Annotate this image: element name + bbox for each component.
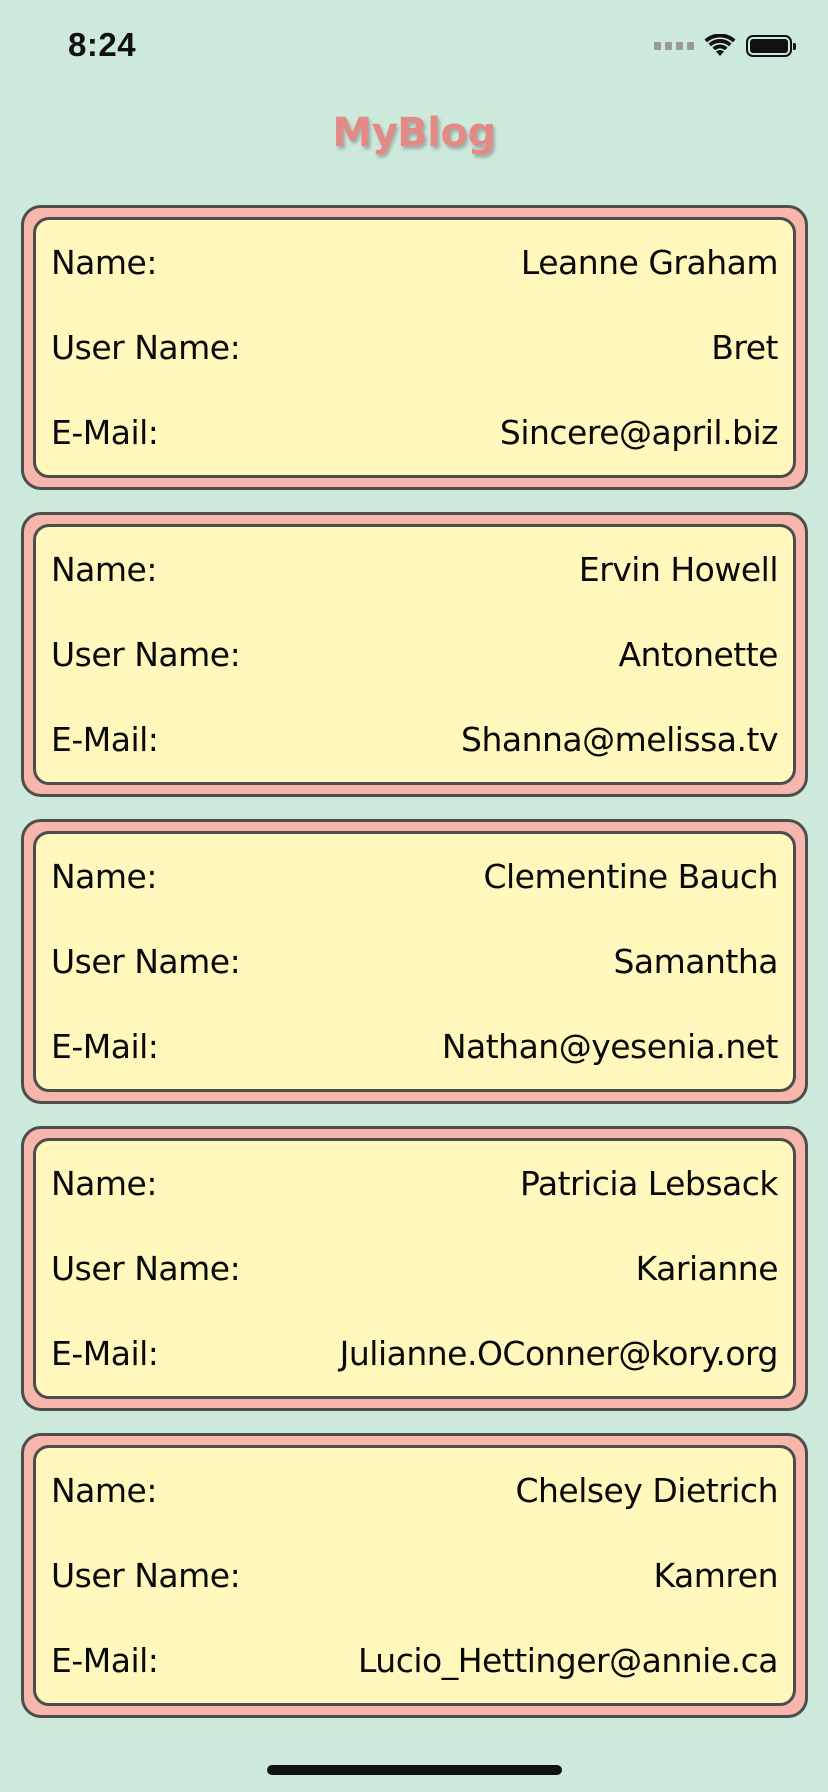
user-card[interactable]: Name: Leanne Graham User Name: Bret E-Ma… xyxy=(21,205,808,490)
username-label: User Name: xyxy=(51,328,241,367)
email-row: E-Mail: Lucio_Hettinger@annie.ca xyxy=(51,1631,779,1691)
name-row: Name: Patricia Lebsack xyxy=(51,1154,779,1214)
username-value: Kamren xyxy=(653,1556,779,1595)
name-row: Name: Clementine Bauch xyxy=(51,847,778,907)
user-card-inner: Name: Patricia Lebsack User Name: Karian… xyxy=(33,1138,796,1399)
username-row: User Name: Karianne xyxy=(51,1239,779,1299)
username-row: User Name: Antonette xyxy=(51,625,778,685)
username-label: User Name: xyxy=(51,1249,241,1288)
name-value: Leanne Graham xyxy=(520,243,779,282)
username-row: User Name: Bret xyxy=(51,318,778,378)
email-row: E-Mail: Nathan@yesenia.net xyxy=(51,1017,779,1077)
username-row: User Name: Kamren xyxy=(51,1546,778,1606)
name-row: Name: Leanne Graham xyxy=(51,233,779,293)
name-value: Patricia Lebsack xyxy=(519,1164,779,1203)
username-label: User Name: xyxy=(51,1556,241,1595)
battery-icon xyxy=(746,35,796,57)
name-label: Name: xyxy=(51,1164,157,1203)
user-card[interactable]: Name: Chelsey Dietrich User Name: Kamren… xyxy=(21,1433,808,1718)
user-card-inner: Name: Ervin Howell User Name: Antonette … xyxy=(33,524,796,785)
user-card-inner: Name: Leanne Graham User Name: Bret E-Ma… xyxy=(33,217,796,478)
name-label: Name: xyxy=(51,857,157,896)
email-row: E-Mail: Julianne.OConner@kory.org xyxy=(51,1324,779,1384)
email-label: E-Mail: xyxy=(51,1027,159,1066)
username-value: Karianne xyxy=(635,1249,779,1288)
app-title: MyBlog xyxy=(332,110,496,156)
status-icons xyxy=(654,34,796,58)
email-value: Shanna@melissa.tv xyxy=(461,720,779,759)
email-label: E-Mail: xyxy=(51,413,159,452)
user-card[interactable]: Name: Patricia Lebsack User Name: Karian… xyxy=(21,1126,808,1411)
email-value: Julianne.OConner@kory.org xyxy=(339,1334,779,1373)
email-row: E-Mail: Shanna@melissa.tv xyxy=(51,710,779,770)
name-value: Ervin Howell xyxy=(578,550,779,589)
user-card[interactable]: Name: Ervin Howell User Name: Antonette … xyxy=(21,512,808,797)
user-card-inner: Name: Chelsey Dietrich User Name: Kamren… xyxy=(33,1445,796,1706)
name-label: Name: xyxy=(51,243,157,282)
username-label: User Name: xyxy=(51,635,241,674)
email-label: E-Mail: xyxy=(51,1334,159,1373)
email-value: Lucio_Hettinger@annie.ca xyxy=(358,1641,779,1680)
email-label: E-Mail: xyxy=(51,1641,159,1680)
name-value: Chelsey Dietrich xyxy=(515,1471,778,1510)
name-row: Name: Chelsey Dietrich xyxy=(51,1461,778,1521)
user-card-inner: Name: Clementine Bauch User Name: Samant… xyxy=(33,831,796,1092)
name-row: Name: Ervin Howell xyxy=(51,540,779,600)
username-value: Samantha xyxy=(613,942,778,981)
status-time: 8:24 xyxy=(68,26,137,63)
email-value: Sincere@april.biz xyxy=(499,413,779,452)
signal-icon xyxy=(654,42,694,50)
email-label: E-Mail: xyxy=(51,720,159,759)
email-value: Nathan@yesenia.net xyxy=(441,1027,779,1066)
username-value: Bret xyxy=(711,328,778,367)
user-card[interactable]: Name: Clementine Bauch User Name: Samant… xyxy=(21,819,808,1104)
name-label: Name: xyxy=(51,1471,157,1510)
user-card-list: Name: Leanne Graham User Name: Bret E-Ma… xyxy=(21,205,808,1740)
status-bar: 8:24 xyxy=(0,0,828,100)
name-label: Name: xyxy=(51,550,157,589)
wifi-icon xyxy=(704,34,736,56)
username-value: Antonette xyxy=(618,635,778,674)
username-row: User Name: Samantha xyxy=(51,932,778,992)
home-indicator[interactable] xyxy=(267,1765,562,1775)
name-value: Clementine Bauch xyxy=(483,857,778,896)
email-row: E-Mail: Sincere@april.biz xyxy=(51,403,779,463)
username-label: User Name: xyxy=(51,942,241,981)
